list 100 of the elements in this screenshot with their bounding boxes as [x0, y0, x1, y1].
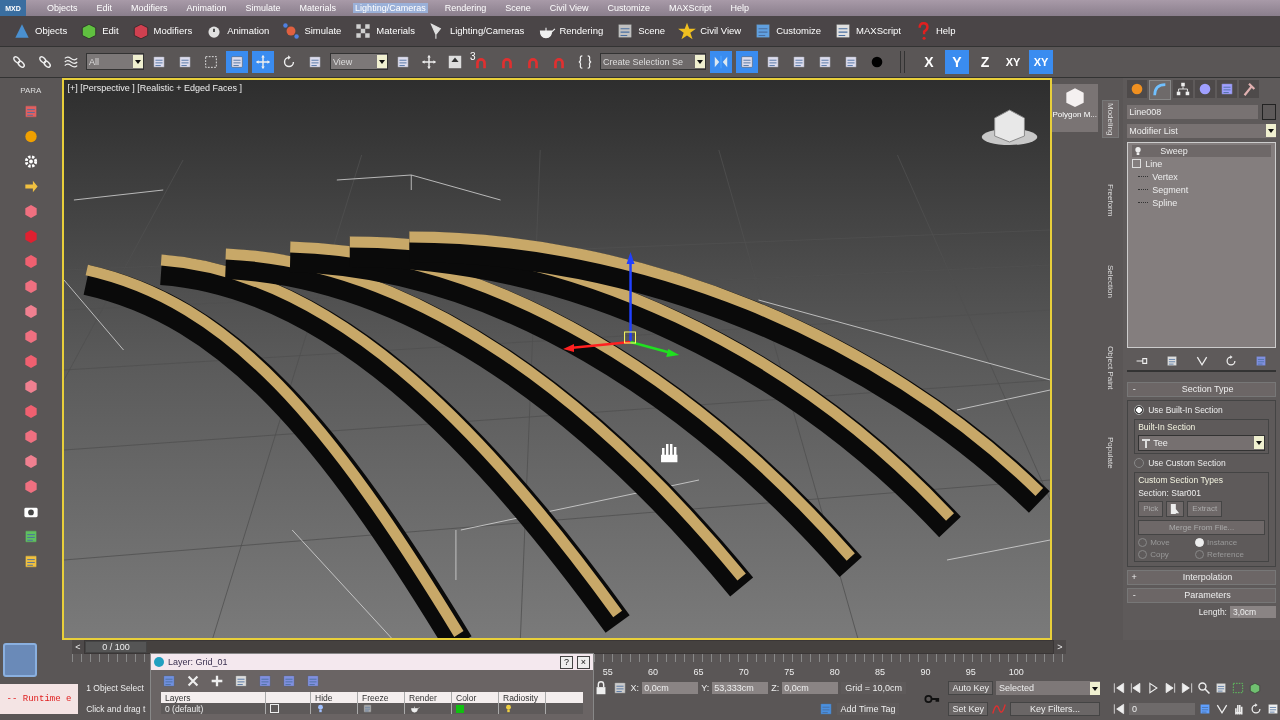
vertical-tab[interactable]: Freeform: [1103, 182, 1119, 219]
ribbon-tab[interactable]: Edit: [102, 25, 119, 37]
panel-tab[interactable]: [1173, 79, 1194, 98]
sub-object-item[interactable]: Vertex: [1152, 171, 1178, 182]
section-dropdown[interactable]: Tee: [1138, 434, 1265, 451]
toolbar-button[interactable]: [252, 50, 274, 73]
panel-tab[interactable]: [1239, 79, 1260, 98]
vertical-tab[interactable]: Populate: [1103, 435, 1119, 471]
previous-frame-button[interactable]: <: [72, 642, 84, 652]
coordinate-field[interactable]: 0,0cm: [642, 682, 699, 694]
plus-icon[interactable]: [209, 673, 225, 689]
vertical-tab[interactable]: Modeling: [1102, 99, 1120, 139]
modifier-item[interactable]: Sweep: [1160, 145, 1188, 156]
transform-gizmo[interactable]: [562, 251, 679, 357]
menu-item[interactable]: Rendering: [442, 3, 489, 13]
dashed-square-icon[interactable]: [1231, 681, 1245, 695]
modifier-list-dropdown[interactable]: Modifier List: [1127, 123, 1276, 138]
radio-button[interactable]: [1134, 404, 1145, 415]
menu-item[interactable]: Help: [728, 3, 752, 13]
ribbon-tab[interactable]: Scene: [638, 25, 666, 37]
play-icon[interactable]: [1146, 681, 1160, 695]
coordinate-field[interactable]: 0,0cm: [782, 682, 839, 694]
viewcube[interactable]: [981, 109, 1037, 145]
rotate-icon[interactable]: [1249, 702, 1263, 716]
skip-start-icon[interactable]: [1112, 702, 1126, 716]
ribbon-tab[interactable]: MAXScript: [856, 25, 901, 37]
ribbon-tab[interactable]: Modifiers: [153, 25, 193, 37]
ribbon-tab[interactable]: Help: [935, 25, 956, 37]
collapse-box-icon[interactable]: [1132, 159, 1142, 169]
viewport[interactable]: [+] [Perspective ] [Realistic + Edged Faces ]: [61, 77, 1052, 640]
next-frame-button[interactable]: >: [1054, 642, 1066, 652]
axis-button[interactable]: Y: [945, 49, 969, 74]
checkbox[interactable]: [270, 704, 279, 713]
ribbon-tab[interactable]: Lighting/Cameras: [449, 25, 525, 37]
close-button[interactable]: ×: [577, 655, 590, 669]
ribbon-tab[interactable]: Simulate: [304, 25, 342, 37]
skip-end-icon[interactable]: [1180, 681, 1194, 695]
color-swatch[interactable]: [1262, 103, 1276, 120]
axis-button[interactable]: XY: [1029, 49, 1053, 74]
dropdown[interactable]: Create Selection Se: [600, 53, 706, 71]
menu-item[interactable]: Scene: [503, 3, 533, 13]
toolbar-button[interactable]: [710, 50, 732, 73]
skip-start-icon[interactable]: [1112, 681, 1126, 695]
rollout-header[interactable]: - Section Type: [1127, 381, 1276, 397]
step-forward-icon[interactable]: [1163, 681, 1177, 695]
ribbon-tab[interactable]: Materials: [376, 25, 415, 37]
menu-item[interactable]: Materials: [297, 3, 339, 13]
hand-icon[interactable]: [1232, 702, 1246, 716]
axis-button[interactable]: Z: [973, 49, 997, 74]
menu-item[interactable]: MAXScript: [667, 3, 714, 13]
script-listener-field[interactable]: -- Runtime e: [0, 683, 78, 714]
pick-icon-button[interactable]: [1166, 500, 1185, 517]
menu-item[interactable]: Simulate: [243, 3, 283, 13]
menu-item[interactable]: Edit: [94, 3, 115, 13]
menu-item[interactable]: Customize: [605, 3, 653, 13]
ribbon-tab[interactable]: Animation: [227, 25, 270, 37]
menu-item[interactable]: Civil View: [547, 3, 591, 13]
bulb-icon[interactable]: [315, 703, 326, 714]
cube-icon[interactable]: [1248, 681, 1262, 695]
beams-drawing[interactable]: [82, 231, 1049, 638]
axis-button[interactable]: XY: [1001, 49, 1025, 74]
ribbon-tab[interactable]: Civil View: [700, 25, 742, 37]
menu-item[interactable]: Objects: [45, 3, 80, 13]
frame-indicator[interactable]: 0 / 100: [85, 641, 147, 653]
sub-object-item[interactable]: Segment: [1152, 184, 1189, 195]
auto-key-button[interactable]: Auto Key: [948, 681, 993, 695]
dropdown[interactable]: All: [86, 53, 144, 71]
rollout-header[interactable]: - Parameters: [1127, 587, 1276, 603]
zoom-icon[interactable]: [1197, 681, 1211, 695]
sub-object-item[interactable]: Spline: [1152, 197, 1178, 208]
key-filters-button[interactable]: Key Filters...: [1010, 702, 1100, 716]
axis-button[interactable]: X: [917, 49, 941, 74]
ribbon-tab[interactable]: Rendering: [559, 25, 604, 37]
toolbar-button[interactable]: [226, 50, 248, 73]
menu-item[interactable]: Modifiers: [129, 3, 170, 13]
rollout-header[interactable]: + Interpolation: [1127, 569, 1276, 585]
help-button[interactable]: ?: [560, 655, 573, 669]
length-field[interactable]: 3,0cm: [1230, 605, 1276, 618]
panel-tab[interactable]: [1149, 79, 1172, 100]
toolbar-button[interactable]: 3: [470, 50, 492, 73]
modifier-item[interactable]: Line: [1145, 158, 1163, 169]
viewport-label[interactable]: [+] [Perspective ] [Realistic + Edged Faces ]: [67, 82, 243, 93]
object-name-field[interactable]: Line008: [1127, 104, 1258, 119]
ribbon-tab[interactable]: Customize: [776, 25, 822, 37]
dropdown[interactable]: View: [330, 53, 388, 71]
vertical-tab[interactable]: Object Paint: [1103, 343, 1119, 392]
menu-item[interactable]: Animation: [184, 3, 229, 13]
add-time-tag[interactable]: Add Time Tag: [836, 703, 900, 715]
step-back-icon[interactable]: [1129, 681, 1143, 695]
x-icon[interactable]: [185, 673, 201, 689]
toolbar-button[interactable]: [736, 50, 758, 73]
set-key-mode-button[interactable]: Set Key: [948, 702, 988, 716]
color-swatch[interactable]: [456, 704, 464, 713]
coordinate-field[interactable]: 53,333cm: [712, 682, 769, 694]
ribbon-tile[interactable]: Polygon M...: [1051, 83, 1098, 132]
ribbon-tab[interactable]: Objects: [35, 25, 68, 37]
key-mode-dropdown[interactable]: Selected: [996, 681, 1100, 695]
burst-icon[interactable]: [281, 20, 302, 41]
vertical-tab[interactable]: Selection: [1103, 262, 1119, 300]
panel-tab[interactable]: [1195, 79, 1216, 98]
